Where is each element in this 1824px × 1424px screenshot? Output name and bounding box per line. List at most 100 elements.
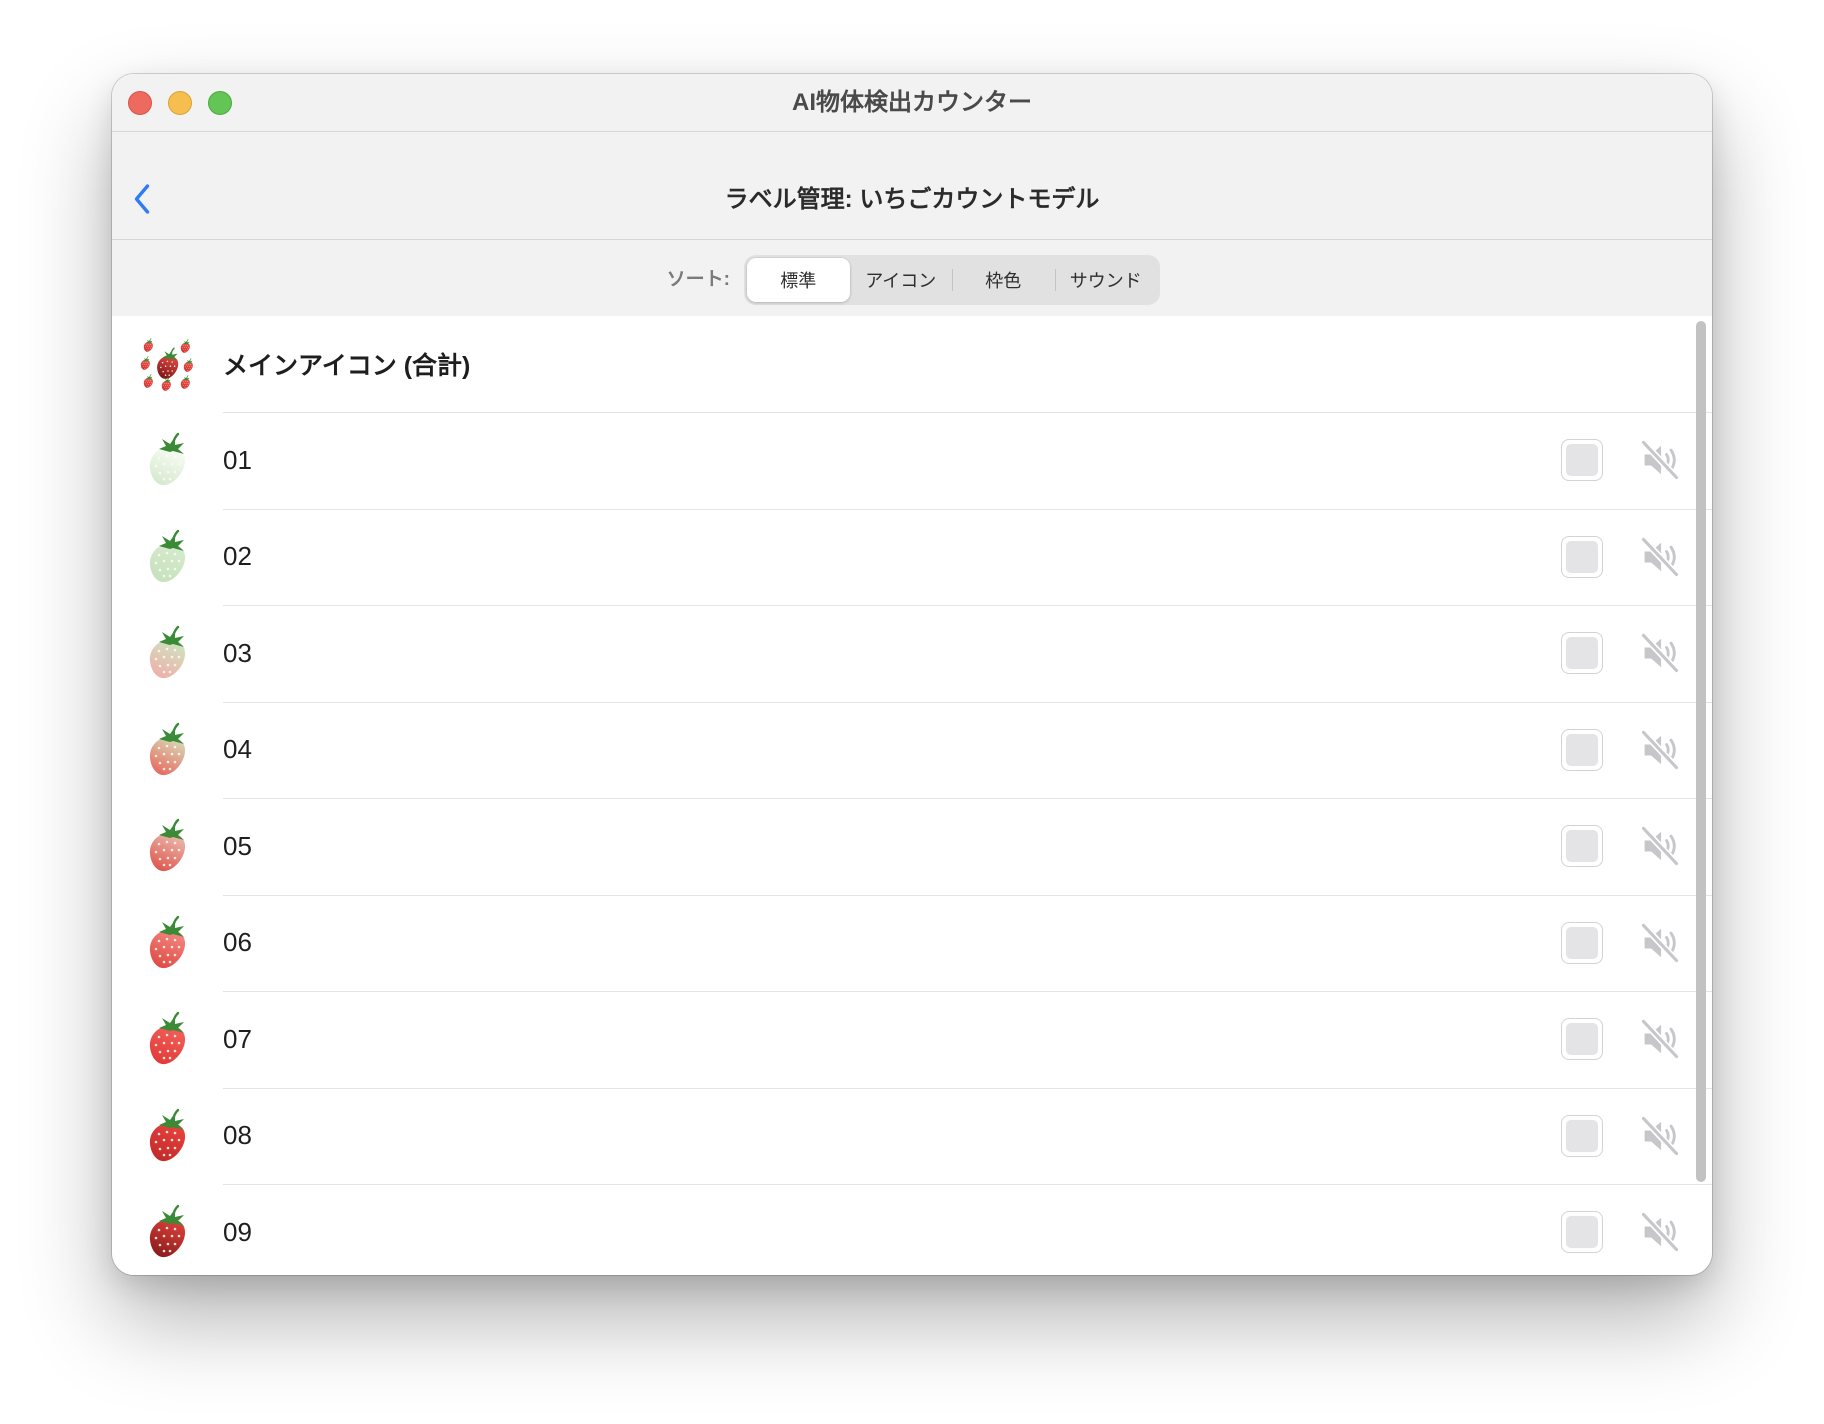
strawberry-icon bbox=[139, 1011, 195, 1067]
sort-option-sound[interactable]: サウンド bbox=[1054, 258, 1158, 302]
frame-color-swatch bbox=[1566, 637, 1598, 670]
sound-toggle-button[interactable] bbox=[1637, 630, 1683, 676]
sound-toggle-button[interactable] bbox=[1637, 437, 1683, 483]
sound-toggle-button[interactable] bbox=[1637, 823, 1683, 869]
window-title: AI物体検出カウンター bbox=[792, 89, 1032, 116]
label-row[interactable]: 06 bbox=[112, 894, 1712, 992]
frame-color-well[interactable] bbox=[1561, 439, 1603, 482]
frame-color-well[interactable] bbox=[1561, 825, 1603, 868]
sound-toggle-button[interactable] bbox=[1637, 1016, 1683, 1062]
frame-color-well[interactable] bbox=[1561, 535, 1603, 578]
frame-color-well[interactable] bbox=[1561, 1211, 1603, 1254]
sound-toggle-button[interactable] bbox=[1637, 534, 1683, 580]
frame-color-swatch bbox=[1566, 733, 1598, 766]
strawberry-icon bbox=[139, 818, 195, 874]
speaker-muted-graphic bbox=[1641, 1212, 1679, 1253]
strawberry-graphic bbox=[149, 915, 186, 968]
row-separator bbox=[223, 798, 1712, 799]
sort-option-standard[interactable]: 標準 bbox=[747, 258, 850, 302]
label-name: 06 bbox=[223, 927, 252, 958]
speaker-muted-graphic bbox=[1641, 633, 1679, 674]
label-name: 05 bbox=[223, 830, 252, 861]
sound-toggle-button[interactable] bbox=[1637, 1209, 1683, 1255]
frame-color-swatch bbox=[1566, 1216, 1598, 1249]
speaker-muted-icon bbox=[1638, 1017, 1682, 1061]
sound-toggle-button[interactable] bbox=[1637, 920, 1683, 966]
sound-toggle-button[interactable] bbox=[1637, 727, 1683, 773]
strawberry-icon bbox=[139, 625, 195, 681]
label-name: 03 bbox=[223, 637, 252, 668]
label-list: メインアイコン (合計) 01 02 03 04 05 06 07 08 09 bbox=[112, 316, 1712, 1275]
row-separator bbox=[223, 508, 1712, 510]
frame-color-swatch bbox=[1566, 926, 1598, 959]
frame-color-swatch bbox=[1566, 830, 1598, 863]
page-title: ラベル管理: いちごカウントモデル bbox=[724, 186, 1100, 213]
speaker-muted-icon bbox=[1638, 535, 1682, 579]
title-bar: AI物体検出カウンター bbox=[112, 74, 1712, 132]
speaker-muted-icon bbox=[1638, 438, 1682, 482]
speaker-muted-graphic bbox=[1641, 729, 1679, 770]
row-separator bbox=[223, 605, 1712, 606]
speaker-muted-icon bbox=[1638, 728, 1682, 772]
app-window: AI物体検出カウンター ラベル管理: いちごカウントモデル ソート: 標準 アイ… bbox=[112, 74, 1712, 1275]
label-row[interactable]: 03 bbox=[112, 605, 1712, 702]
label-row[interactable]: 04 bbox=[112, 701, 1712, 799]
vertical-scrollbar[interactable] bbox=[1696, 321, 1706, 1182]
frame-color-swatch bbox=[1566, 1023, 1598, 1056]
row-separator bbox=[223, 1184, 1712, 1185]
strawberry-icon bbox=[139, 722, 195, 778]
strawberry-icon bbox=[139, 432, 195, 488]
frame-color-swatch bbox=[1566, 540, 1598, 573]
strawberry-graphic bbox=[149, 1205, 186, 1258]
label-name: 01 bbox=[223, 444, 252, 475]
speaker-muted-graphic bbox=[1641, 922, 1679, 963]
label-name: 09 bbox=[223, 1216, 252, 1247]
frame-color-well[interactable] bbox=[1561, 921, 1603, 964]
label-name: 07 bbox=[223, 1023, 252, 1054]
sort-bar: ソート: 標準 アイコン 枠色 サウンド bbox=[112, 240, 1712, 316]
speaker-muted-graphic bbox=[1641, 536, 1679, 577]
strawberry-graphic bbox=[149, 819, 186, 872]
frame-color-well[interactable] bbox=[1561, 728, 1603, 771]
sort-label: ソート: bbox=[666, 269, 730, 290]
strawberry-cluster-icon bbox=[139, 336, 195, 392]
row-separator bbox=[223, 701, 1712, 703]
strawberry-graphic bbox=[149, 433, 186, 486]
speaker-muted-icon bbox=[1638, 921, 1682, 965]
label-row[interactable]: 08 bbox=[112, 1087, 1712, 1185]
strawberry-graphic bbox=[149, 529, 186, 582]
sort-option-icon[interactable]: アイコン bbox=[850, 258, 953, 302]
label-row[interactable]: 09 bbox=[112, 1184, 1712, 1275]
frame-color-well[interactable] bbox=[1561, 1114, 1603, 1157]
speaker-muted-graphic bbox=[1641, 440, 1679, 481]
frame-color-swatch bbox=[1566, 444, 1598, 477]
main-icon-row[interactable]: メインアイコン (合計) bbox=[112, 316, 1712, 412]
label-row[interactable]: 07 bbox=[112, 991, 1712, 1088]
speaker-muted-icon bbox=[1638, 1210, 1682, 1254]
speaker-muted-icon bbox=[1638, 631, 1682, 675]
row-separator bbox=[223, 412, 1712, 413]
row-separator bbox=[223, 1087, 1712, 1089]
strawberry-graphic bbox=[149, 626, 186, 679]
frame-color-well[interactable] bbox=[1561, 1018, 1603, 1061]
sort-option-frame-color[interactable]: 枠色 bbox=[952, 258, 1055, 302]
strawberry-icon bbox=[139, 1204, 195, 1260]
label-row[interactable]: 01 bbox=[112, 412, 1712, 509]
strawberry-cluster-graphic bbox=[140, 338, 193, 391]
strawberry-icon bbox=[139, 915, 195, 971]
sort-segmented-control: 標準 アイコン 枠色 サウンド bbox=[744, 255, 1160, 305]
speaker-muted-graphic bbox=[1641, 1115, 1679, 1156]
speaker-muted-graphic bbox=[1641, 1019, 1679, 1060]
label-row[interactable]: 05 bbox=[112, 798, 1712, 895]
navigation-bar: ラベル管理: いちごカウントモデル bbox=[112, 132, 1712, 240]
label-name: 08 bbox=[223, 1120, 252, 1151]
strawberry-icon bbox=[139, 1108, 195, 1164]
sound-toggle-button[interactable] bbox=[1637, 1113, 1683, 1159]
label-row[interactable]: 02 bbox=[112, 508, 1712, 606]
row-separator bbox=[223, 991, 1712, 992]
strawberry-graphic bbox=[149, 1012, 186, 1065]
main-icon-label: メインアイコン (合計) bbox=[223, 352, 471, 380]
frame-color-well[interactable] bbox=[1561, 632, 1603, 675]
row-separator bbox=[223, 894, 1712, 896]
label-name: 04 bbox=[223, 734, 252, 765]
